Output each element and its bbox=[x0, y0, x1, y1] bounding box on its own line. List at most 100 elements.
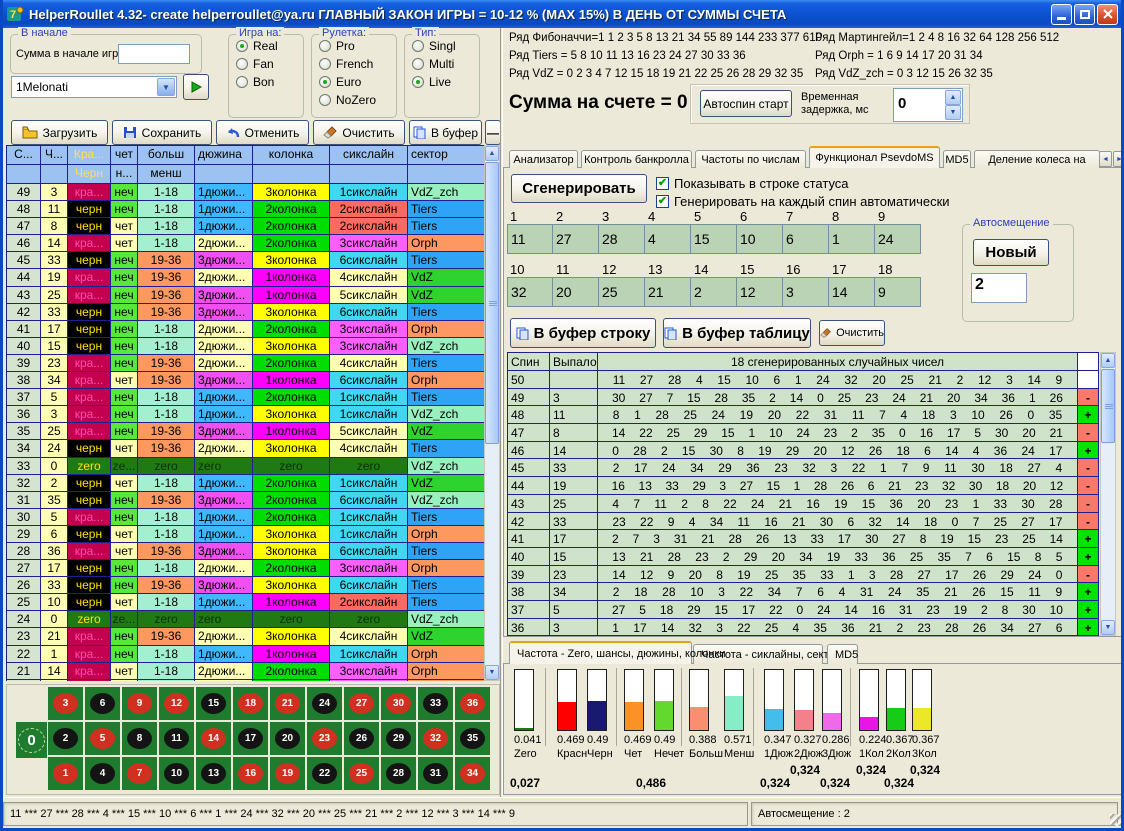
tab-Контроль банкролла[interactable]: Контроль банкролла bbox=[581, 150, 692, 168]
maximize-button[interactable] bbox=[1074, 4, 1095, 25]
radio-icon[interactable] bbox=[412, 76, 424, 88]
tab-MD5[interactable]: MD5 bbox=[943, 150, 971, 168]
board-cell-14[interactable]: 14 bbox=[196, 722, 231, 755]
board-cell-7[interactable]: 7 bbox=[122, 757, 157, 790]
checkbox-auto-box[interactable]: ✔ bbox=[656, 195, 669, 208]
profile-combobox[interactable]: 1Melonati ▼ bbox=[11, 76, 177, 98]
board-cell-6[interactable]: 6 bbox=[85, 687, 120, 720]
radio-option-multi[interactable]: Multi bbox=[412, 57, 479, 71]
board-cell-35[interactable]: 35 bbox=[455, 722, 490, 755]
board-cell-9[interactable]: 9 bbox=[122, 687, 157, 720]
tab-scroll-right-icon[interactable]: ► bbox=[1113, 151, 1124, 167]
board-cell-13[interactable]: 13 bbox=[196, 757, 231, 790]
scroll-up-icon[interactable]: ▲ bbox=[485, 146, 499, 161]
board-cell-18[interactable]: 18 bbox=[233, 687, 268, 720]
board-cell-32[interactable]: 32 bbox=[418, 722, 453, 755]
radio-option-nozero[interactable]: NoZero bbox=[319, 93, 396, 107]
board-cell-33[interactable]: 33 bbox=[418, 687, 453, 720]
tab-Частоты по числам[interactable]: Частоты по числам bbox=[695, 150, 806, 168]
collapse-button[interactable]: — bbox=[485, 120, 501, 145]
freq-tab-0[interactable]: Частота - Zero, шансы, дюжины, колонки bbox=[509, 641, 692, 664]
radio-icon[interactable] bbox=[236, 76, 248, 88]
copy-buffer-button[interactable]: В буфер bbox=[409, 120, 482, 145]
radio-option-bon[interactable]: Bon bbox=[236, 75, 303, 89]
board-cell-23[interactable]: 23 bbox=[307, 722, 342, 755]
board-cell-21[interactable]: 21 bbox=[270, 687, 305, 720]
spin-down-icon[interactable]: ▼ bbox=[945, 105, 961, 120]
radio-icon[interactable] bbox=[236, 58, 248, 70]
clear-gen-button[interactable]: Очистить bbox=[819, 320, 885, 346]
autoshift-value-field[interactable]: 2 bbox=[971, 273, 1027, 303]
checkbox-status-box[interactable]: ✔ bbox=[656, 177, 669, 190]
board-cell-10[interactable]: 10 bbox=[159, 757, 194, 790]
radio-icon[interactable] bbox=[319, 76, 331, 88]
close-icon[interactable] bbox=[1097, 4, 1118, 25]
radio-option-live[interactable]: Live bbox=[412, 75, 479, 89]
radio-icon[interactable] bbox=[319, 40, 331, 52]
board-cell-27[interactable]: 27 bbox=[344, 687, 379, 720]
board-cell-1[interactable]: 1 bbox=[48, 757, 83, 790]
board-cell-zero[interactable]: 0 bbox=[16, 722, 47, 758]
board-cell-26[interactable]: 26 bbox=[344, 722, 379, 755]
scroll-thumb[interactable] bbox=[1101, 369, 1115, 443]
board-cell-30[interactable]: 30 bbox=[381, 687, 416, 720]
chevron-down-icon[interactable]: ▼ bbox=[157, 78, 175, 96]
undo-button[interactable]: Отменить bbox=[216, 120, 309, 145]
board-cell-36[interactable]: 36 bbox=[455, 687, 490, 720]
tab-Анализатор[interactable]: Анализатор bbox=[509, 150, 578, 168]
radio-icon[interactable] bbox=[236, 40, 248, 52]
resize-grip[interactable] bbox=[1110, 814, 1122, 826]
tab-Функционал PsevdoMS[interactable]: Функционал PsevdoMS bbox=[809, 146, 940, 168]
delay-spinner[interactable]: 0 ▲ ▼ bbox=[893, 88, 963, 122]
copy-row-button[interactable]: В буфер строку bbox=[510, 318, 656, 348]
scroll-thumb[interactable] bbox=[485, 162, 499, 444]
spins-scrollbar[interactable]: ▲ ▼ bbox=[1100, 352, 1116, 636]
title-bar[interactable]: 7 HelperRoullet 4.32- create helperroull… bbox=[0, 0, 1124, 28]
freq-tab-2[interactable]: MD5 bbox=[827, 644, 858, 664]
board-cell-31[interactable]: 31 bbox=[418, 757, 453, 790]
board-cell-20[interactable]: 20 bbox=[270, 722, 305, 755]
scroll-down-icon[interactable]: ▼ bbox=[1101, 620, 1115, 635]
autospin-button[interactable]: Автоспин старт bbox=[700, 90, 792, 117]
radio-option-fan[interactable]: Fan bbox=[236, 57, 303, 71]
tab-scroll-left-icon[interactable]: ◄ bbox=[1099, 151, 1112, 167]
checkbox-status-row[interactable]: ✔ Показывать в строке статуса bbox=[656, 176, 849, 191]
board-cell-4[interactable]: 4 bbox=[85, 757, 120, 790]
board-cell-24[interactable]: 24 bbox=[307, 687, 342, 720]
radio-icon[interactable] bbox=[412, 40, 424, 52]
history-scrollbar[interactable]: ▲ ▼ bbox=[484, 145, 500, 681]
save-button[interactable]: Сохранить bbox=[112, 120, 212, 145]
board-cell-17[interactable]: 17 bbox=[233, 722, 268, 755]
board-cell-5[interactable]: 5 bbox=[85, 722, 120, 755]
copy-table-button[interactable]: В буфер таблицу bbox=[663, 318, 811, 348]
tab-Деление колеса на[interactable]: Деление колеса на bbox=[974, 150, 1100, 168]
board-cell-19[interactable]: 19 bbox=[270, 757, 305, 790]
scroll-up-icon[interactable]: ▲ bbox=[1101, 353, 1115, 368]
board-cell-12[interactable]: 12 bbox=[159, 687, 194, 720]
board-cell-11[interactable]: 11 bbox=[159, 722, 194, 755]
board-cell-8[interactable]: 8 bbox=[122, 722, 157, 755]
minimize-button[interactable] bbox=[1051, 4, 1072, 25]
radio-icon[interactable] bbox=[412, 58, 424, 70]
generate-button[interactable]: Сгенерировать bbox=[511, 174, 647, 203]
spin-up-icon[interactable]: ▲ bbox=[945, 90, 961, 105]
radio-option-singl[interactable]: Singl bbox=[412, 39, 479, 53]
board-cell-29[interactable]: 29 bbox=[381, 722, 416, 755]
radio-option-french[interactable]: French bbox=[319, 57, 396, 71]
board-cell-28[interactable]: 28 bbox=[381, 757, 416, 790]
autoshift-new-button[interactable]: Новый bbox=[973, 239, 1049, 266]
board-cell-2[interactable]: 2 bbox=[48, 722, 83, 755]
board-cell-34[interactable]: 34 bbox=[455, 757, 490, 790]
board-cell-15[interactable]: 15 bbox=[196, 687, 231, 720]
scroll-down-icon[interactable]: ▼ bbox=[485, 665, 499, 680]
radio-icon[interactable] bbox=[319, 58, 331, 70]
radio-option-real[interactable]: Real bbox=[236, 39, 303, 53]
clear-button[interactable]: Очистить bbox=[313, 120, 405, 145]
checkbox-auto-row[interactable]: ✔ Генерировать на каждый спин автоматиче… bbox=[656, 194, 950, 209]
board-cell-16[interactable]: 16 bbox=[233, 757, 268, 790]
radio-icon[interactable] bbox=[319, 94, 331, 106]
radio-option-pro[interactable]: Pro bbox=[319, 39, 396, 53]
board-cell-3[interactable]: 3 bbox=[48, 687, 83, 720]
board-cell-22[interactable]: 22 bbox=[307, 757, 342, 790]
start-sum-input[interactable] bbox=[118, 44, 190, 64]
